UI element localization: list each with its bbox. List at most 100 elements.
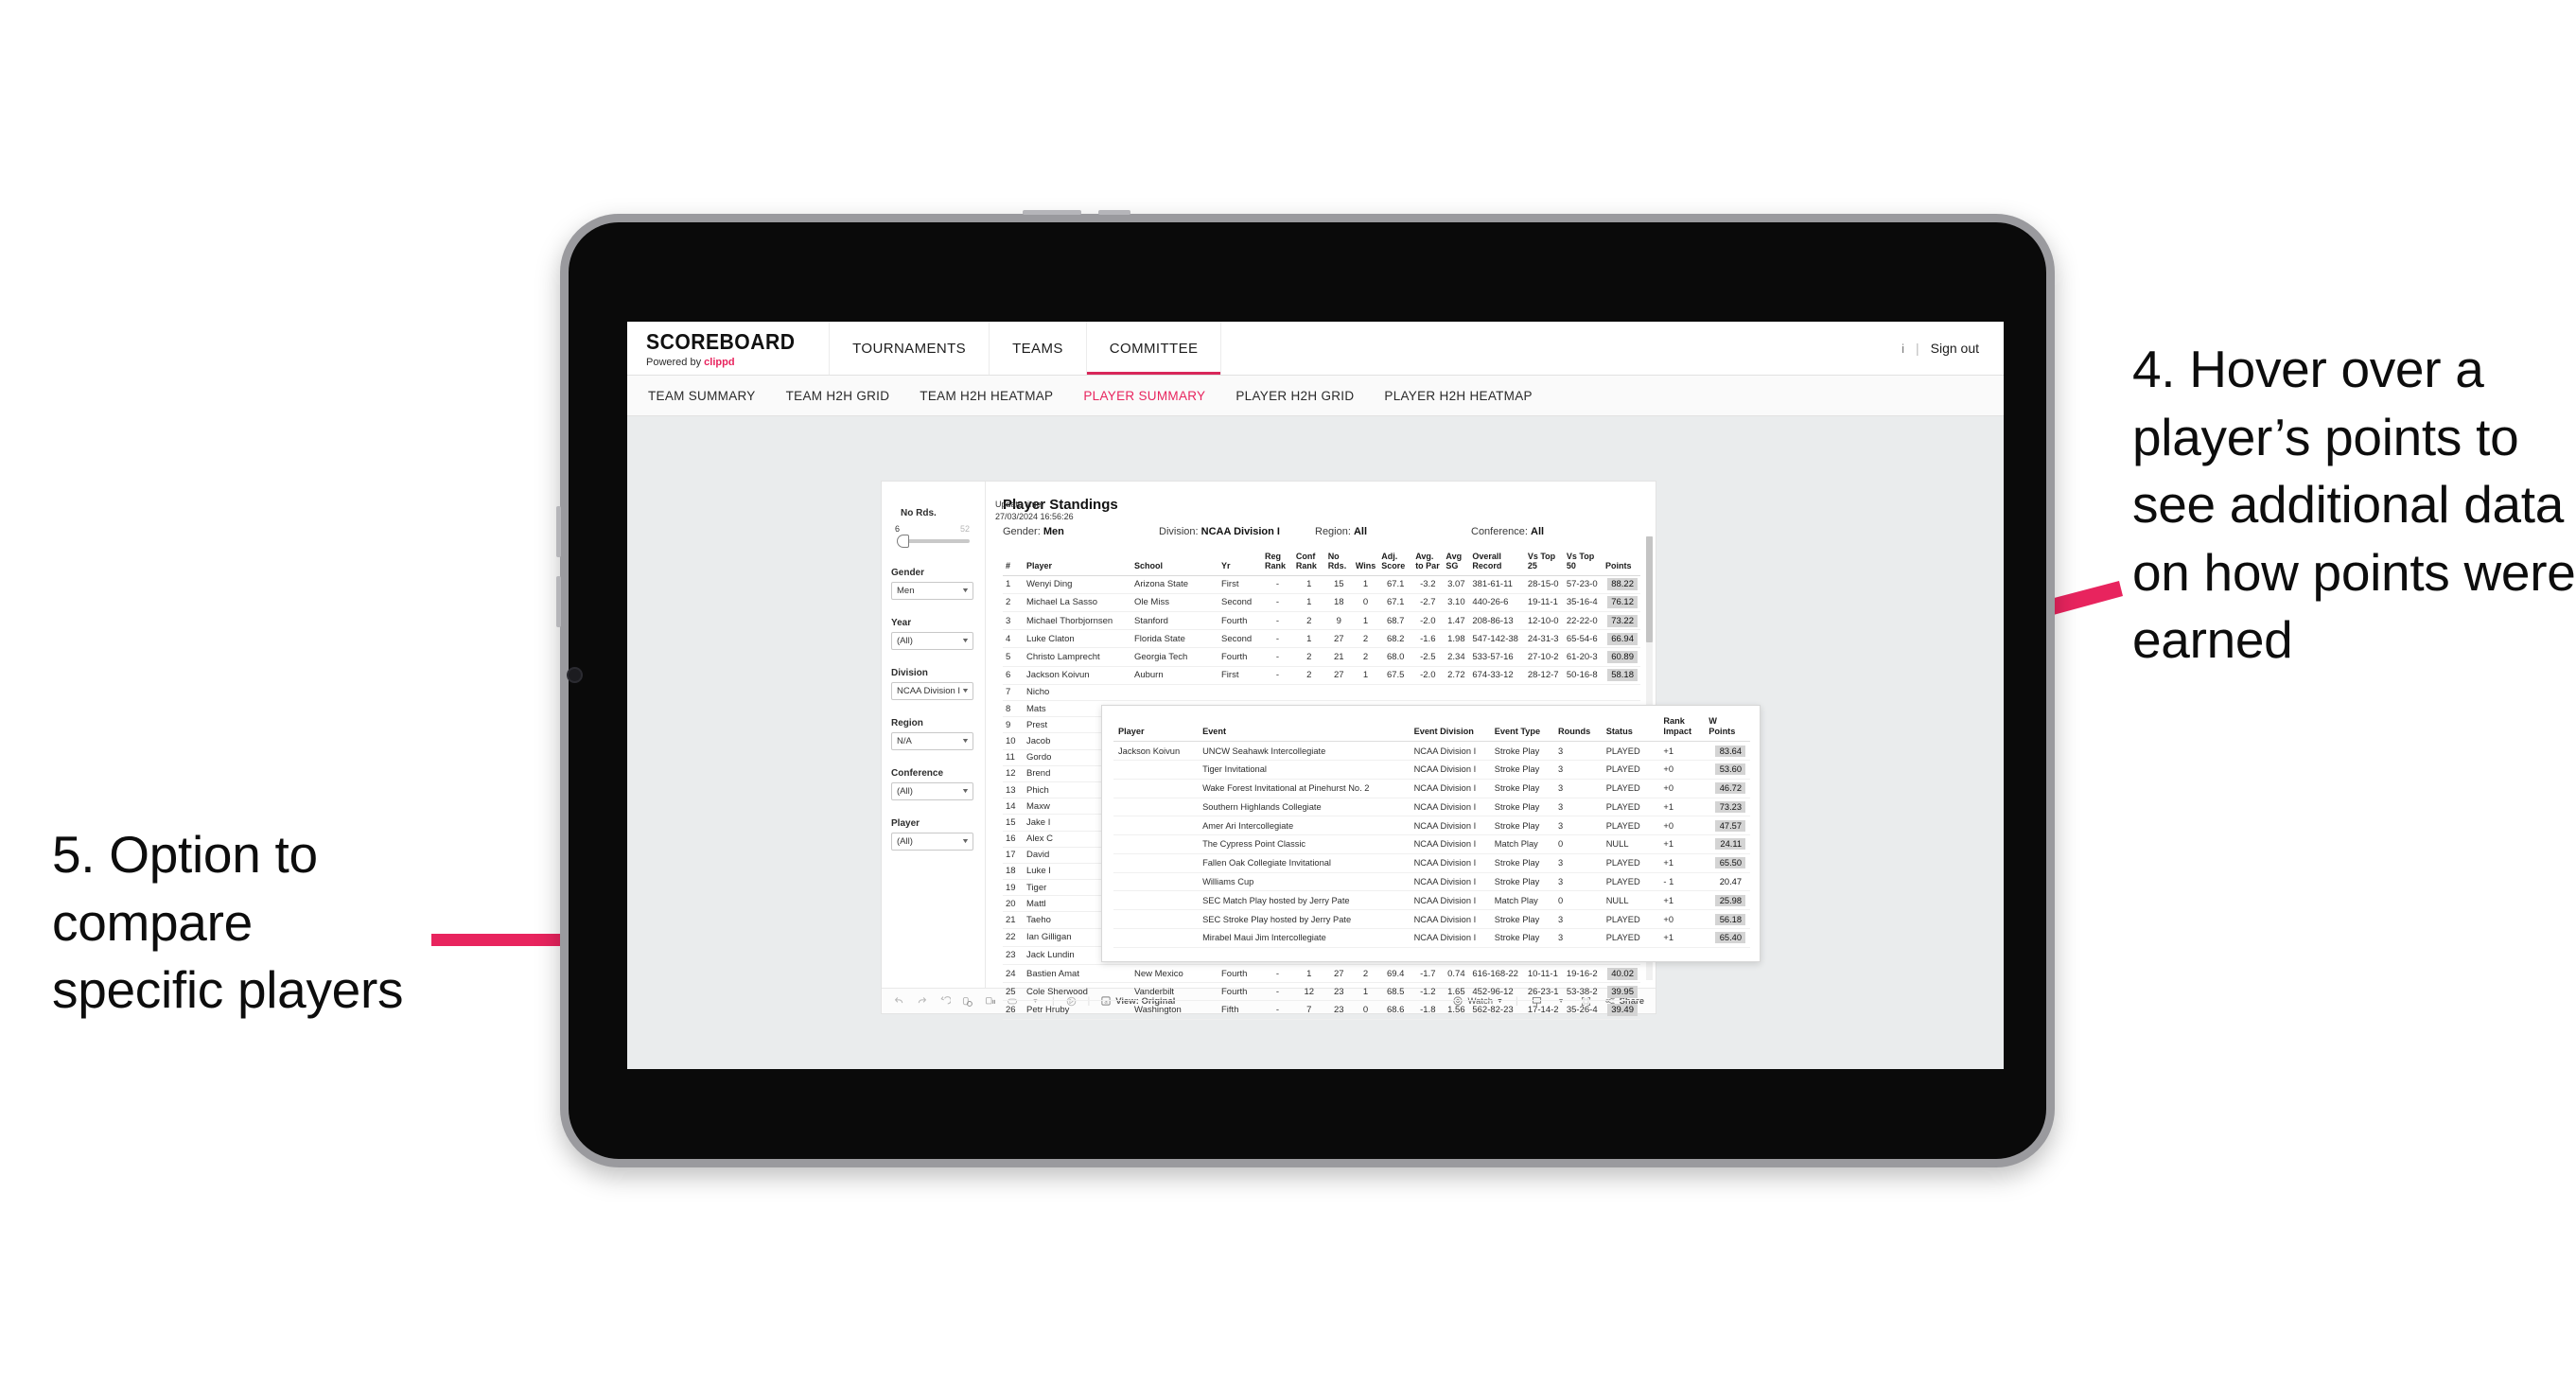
cell-t50: 35-16-4	[1563, 593, 1603, 613]
table-row[interactable]: 2 Michael La Sasso Ole Miss Second - 1 1…	[1003, 593, 1640, 613]
slider-thumb[interactable]	[897, 535, 909, 548]
no-rounds-filter[interactable]: No Rds. 6 52	[893, 508, 973, 548]
nav-right-group: i | Sign out	[1901, 322, 2004, 375]
filter-player-select[interactable]: (All) ▼	[891, 833, 973, 851]
volume-up-button[interactable]	[556, 506, 561, 557]
cell-record: 547-142-38	[1469, 629, 1525, 649]
revert-icon[interactable]	[938, 995, 951, 1008]
cell-player: Nicho	[1024, 684, 1640, 702]
cell-adj: 68.5	[1378, 982, 1413, 1002]
tt-cell-status: NULL	[1601, 890, 1659, 911]
cell-rank: 1	[1003, 575, 1024, 594]
update-time-block: Update time: 27/03/2024 16:56:26	[995, 499, 1086, 523]
no-rounds-label: No Rds.	[901, 508, 937, 518]
cell-t25: 26-23-1	[1524, 982, 1564, 1002]
cell-t50: 19-16-2	[1563, 964, 1603, 984]
table-row[interactable]: 24 Bastien Amat New Mexico Fourth - 1 27…	[1003, 964, 1640, 984]
cell-points[interactable]: 39.49	[1607, 1003, 1638, 1016]
nav-item-tournaments[interactable]: TOURNAMENTS	[830, 322, 990, 375]
nav-item-committee[interactable]: COMMITTEE	[1086, 322, 1222, 375]
table-row[interactable]: 7 Nicho	[1003, 684, 1640, 702]
col-yr[interactable]: Yr	[1218, 551, 1262, 576]
tt-cell-type: Stroke Play	[1489, 816, 1553, 836]
filter-division-select[interactable]: NCAA Division I ▼	[891, 682, 973, 700]
col-no-rds[interactable]: No Rds.	[1324, 551, 1353, 576]
col-school[interactable]: School	[1131, 551, 1218, 576]
refresh-data-icon[interactable]	[961, 995, 973, 1008]
col-overall-record[interactable]: Overall Record	[1469, 551, 1525, 576]
filter-year-select[interactable]: (All) ▼	[891, 632, 973, 650]
tt-cell-player	[1113, 890, 1199, 911]
tt-cell-rank: - 1	[1658, 872, 1705, 892]
tab-team-h2h-grid[interactable]: TEAM H2H GRID	[786, 389, 890, 403]
col-reg-rank[interactable]: Reg Rank	[1262, 551, 1293, 576]
user-account-icon[interactable]: i	[1901, 342, 1904, 356]
table-row[interactable]: 26 Petr Hruby Washington Fifth - 7 23 0 …	[1003, 1000, 1640, 1020]
cell-points[interactable]: 60.89	[1607, 651, 1638, 664]
table-row[interactable]: 1 Wenyi Ding Arizona State First - 1 15 …	[1003, 575, 1640, 594]
table-row[interactable]: 25 Cole Sherwood Vanderbilt Fourth - 12 …	[1003, 982, 1640, 1002]
redo-icon[interactable]	[916, 995, 928, 1008]
filter-player-label: Player	[891, 818, 920, 829]
table-row[interactable]: 4 Luke Claton Florida State Second - 1 2…	[1003, 629, 1640, 649]
col-vs-top-25[interactable]: Vs Top 25	[1524, 551, 1564, 576]
table-row[interactable]: 6 Jackson Koivun Auburn First - 2 27 1 6…	[1003, 666, 1640, 685]
col-wins[interactable]: Wins	[1352, 551, 1379, 576]
cell-points[interactable]: 73.22	[1607, 614, 1638, 627]
slider-track[interactable]	[897, 535, 970, 548]
tab-player-h2h-grid[interactable]: PLAYER H2H GRID	[1235, 389, 1354, 403]
volume-down-button[interactable]	[556, 576, 561, 627]
cell-points[interactable]: 76.12	[1607, 596, 1638, 609]
tab-team-summary[interactable]: TEAM SUMMARY	[648, 389, 756, 403]
cell-rank: 22	[1003, 928, 1024, 947]
cell-rds: 21	[1324, 647, 1353, 667]
tt-cell-event: Williams Cup	[1198, 872, 1410, 892]
tab-player-h2h-heatmap[interactable]: PLAYER H2H HEATMAP	[1384, 389, 1532, 403]
filter-region-select[interactable]: N/A ▼	[891, 732, 973, 750]
cell-t25: 12-10-0	[1524, 611, 1564, 631]
col-player[interactable]: Player	[1024, 551, 1131, 576]
tt-cell-event: The Cypress Point Classic	[1198, 834, 1410, 854]
nav-item-teams[interactable]: TEAMS	[990, 322, 1087, 375]
tab-team-h2h-heatmap[interactable]: TEAM H2H HEATMAP	[920, 389, 1053, 403]
cell-record: 208-86-13	[1469, 611, 1525, 631]
tt-cell-type: Stroke Play	[1489, 928, 1553, 948]
cell-points[interactable]: 39.95	[1607, 985, 1638, 998]
cell-adj: 68.0	[1378, 647, 1413, 667]
col-avg-sg[interactable]: Avg SG	[1443, 551, 1470, 576]
cell-reg: -	[1262, 575, 1293, 594]
cell-rank: 26	[1003, 1000, 1024, 1020]
tt-cell-player	[1113, 853, 1199, 873]
cell-points[interactable]: 88.22	[1607, 578, 1638, 591]
cell-points[interactable]: 40.02	[1607, 967, 1638, 980]
cell-points[interactable]: 66.94	[1607, 632, 1638, 645]
table-row[interactable]: 3 Michael Thorbjornsen Stanford Fourth -…	[1003, 611, 1640, 631]
col-avg-to-par[interactable]: Avg. to Par	[1412, 551, 1444, 576]
sign-out-link[interactable]: Sign out	[1931, 341, 1979, 356]
vertical-scrollbar-thumb[interactable]	[1646, 536, 1653, 642]
power-button[interactable]	[1023, 210, 1081, 215]
brand-title: SCOREBOARD	[646, 328, 796, 354]
col-vs-top-50[interactable]: Vs Top 50	[1563, 551, 1603, 576]
table-row[interactable]: 5 Christo Lamprecht Georgia Tech Fourth …	[1003, 647, 1640, 667]
cell-t25: 28-15-0	[1524, 575, 1564, 594]
cell-sg: 1.65	[1443, 982, 1470, 1002]
tooltip-row: Amer Ari Intercollegiate NCAA Division I…	[1113, 816, 1750, 836]
filter-gender-select[interactable]: Men ▼	[891, 582, 973, 600]
col-rank[interactable]: #	[1003, 551, 1024, 576]
undo-icon[interactable]	[893, 995, 905, 1008]
col-adj-score[interactable]: Adj. Score	[1378, 551, 1413, 576]
col-points[interactable]: Points	[1603, 551, 1640, 576]
pause-icon[interactable]	[984, 995, 996, 1008]
brand-logo[interactable]: SCOREBOARD Powered by clippd	[627, 322, 831, 375]
tt-cell-rounds: 3	[1552, 872, 1602, 892]
tab-player-summary[interactable]: PLAYER SUMMARY	[1083, 389, 1205, 403]
cell-t25: 19-11-1	[1524, 593, 1564, 613]
tt-cell-wpoints: 65.40	[1715, 932, 1745, 944]
tt-cell-rounds: 0	[1552, 890, 1602, 911]
tt-cell-division: NCAA Division I	[1409, 928, 1490, 948]
clippd-name: clippd	[704, 356, 735, 368]
cell-points-hovered[interactable]: 58.18	[1607, 669, 1638, 682]
filter-conference-select[interactable]: (All) ▼	[891, 782, 973, 800]
col-conf-rank[interactable]: Conf Rank	[1292, 551, 1325, 576]
